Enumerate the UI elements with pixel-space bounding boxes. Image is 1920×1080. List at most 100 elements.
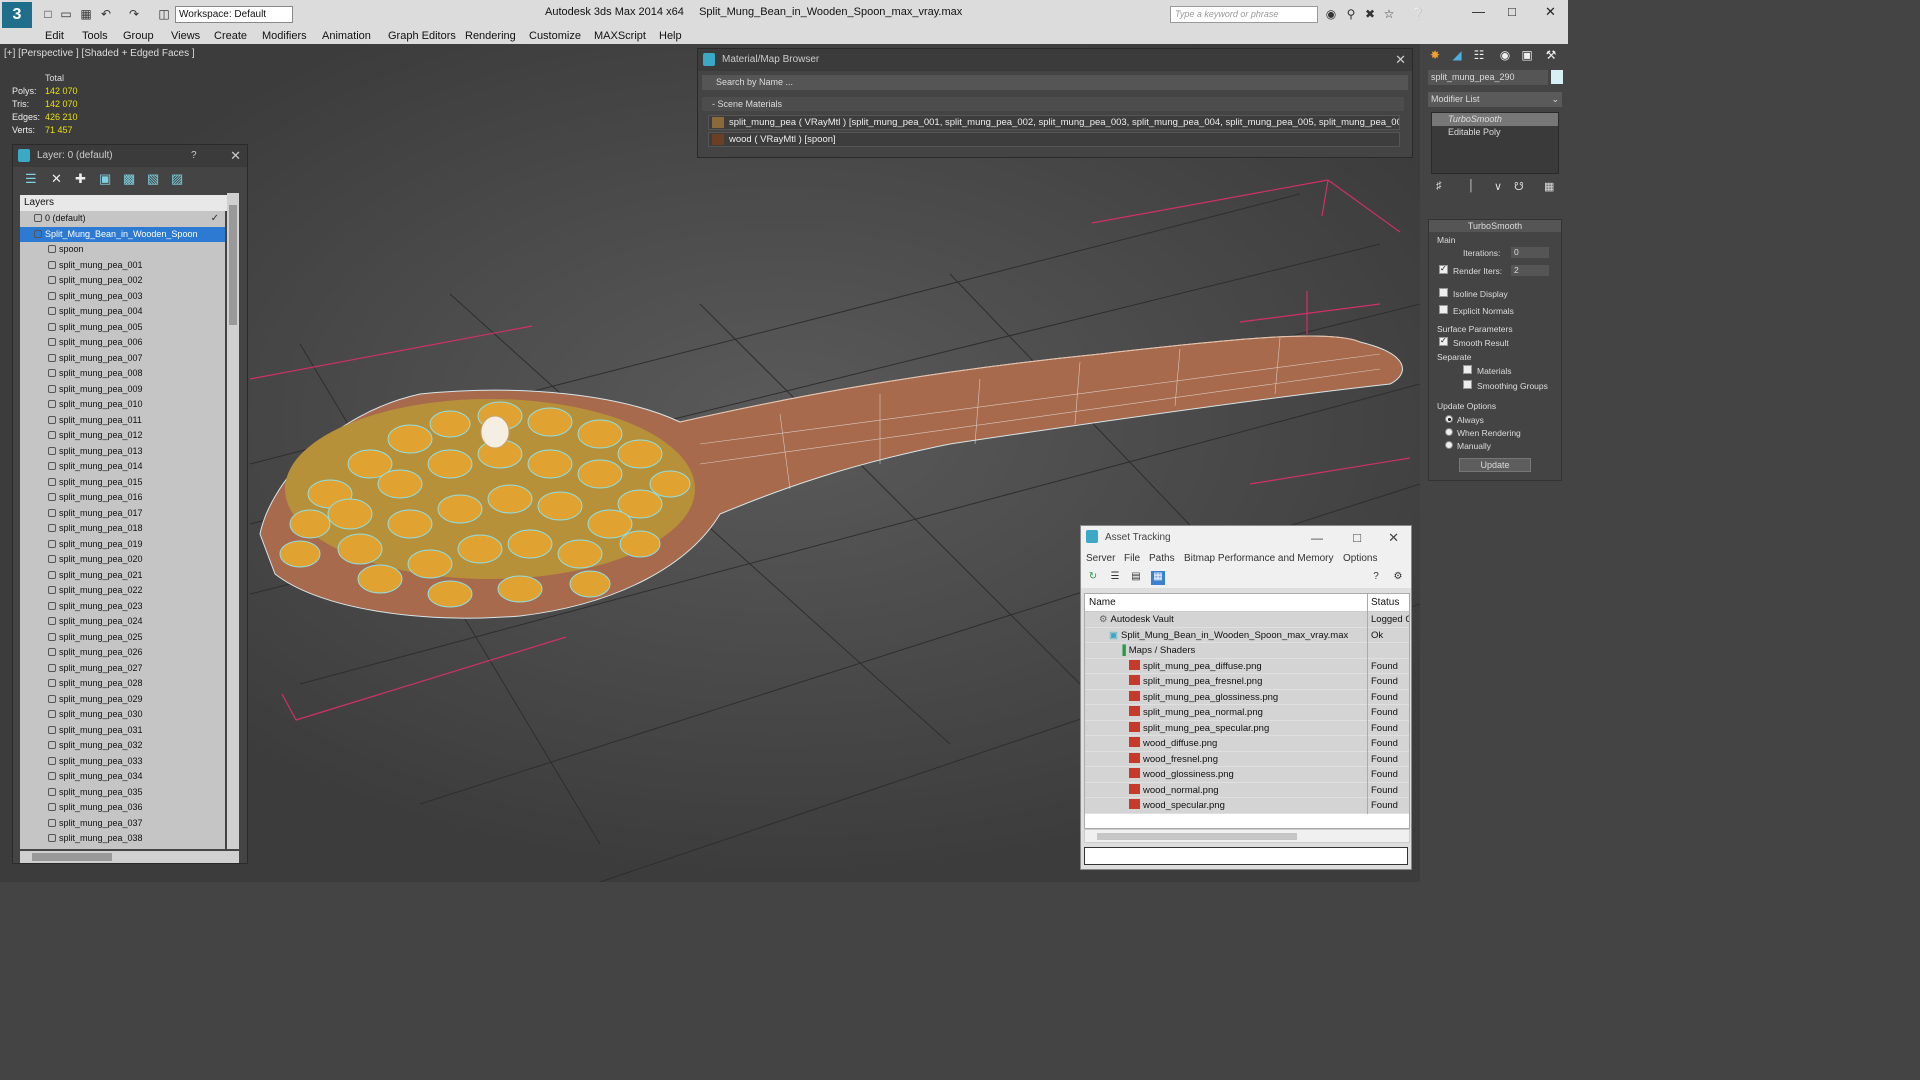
isoline-checkbox[interactable] xyxy=(1439,288,1448,297)
always-radio[interactable] xyxy=(1445,415,1453,423)
close-icon[interactable]: ✕ xyxy=(230,145,241,167)
layer-object-item[interactable]: split_mung_pea_003 xyxy=(20,289,225,305)
layer-panel-titlebar[interactable]: Layer: 0 (default) ? ✕ xyxy=(13,145,247,167)
layer-object-item[interactable]: split_mung_pea_028 xyxy=(20,676,225,692)
layer-item[interactable]: 0 (default) ✓ xyxy=(20,211,225,227)
list-view-icon[interactable]: ☰ xyxy=(1108,571,1122,585)
help-icon[interactable]: ? xyxy=(1369,571,1383,585)
rollout-header[interactable]: TurboSmooth xyxy=(1429,220,1561,232)
layer-object-item[interactable]: split_mung_pea_017 xyxy=(20,506,225,522)
iterations-spinner[interactable]: 0 xyxy=(1511,247,1549,258)
menu-options[interactable]: Options xyxy=(1343,550,1377,568)
menu-views[interactable]: Views xyxy=(171,28,200,44)
maximize-icon[interactable]: □ xyxy=(1508,4,1516,19)
scroll-thumb[interactable] xyxy=(229,205,237,325)
menu-help[interactable]: Help xyxy=(659,28,682,44)
menu-server[interactable]: Server xyxy=(1086,550,1115,568)
menu-edit[interactable]: Edit xyxy=(45,28,64,44)
hide-layers-icon[interactable]: ▨ xyxy=(171,171,183,187)
scene-materials-section[interactable]: - Scene Materials xyxy=(702,97,1404,111)
menu-graph-editors[interactable]: Graph Editors xyxy=(388,28,456,44)
layer-object-item[interactable]: split_mung_pea_009 xyxy=(20,382,225,398)
scroll-thumb[interactable] xyxy=(32,853,112,861)
open-file-icon[interactable]: ▭ xyxy=(58,6,74,22)
workspace-dropdown[interactable]: Workspace: Default xyxy=(175,6,293,23)
layer-object-item[interactable]: split_mung_pea_011 xyxy=(20,413,225,429)
asset-row[interactable]: wood_fresnel.png Found xyxy=(1085,751,1409,767)
select-layer-icon[interactable]: ▩ xyxy=(123,171,135,187)
layer-object-item[interactable]: split_mung_pea_016 xyxy=(20,490,225,506)
viewport-label[interactable]: [+] [Perspective ] [Shaded + Edged Faces… xyxy=(4,48,195,59)
smoothing-groups-checkbox[interactable] xyxy=(1463,380,1472,389)
layer-object-item[interactable]: split_mung_pea_004 xyxy=(20,304,225,320)
asset-row[interactable]: split_mung_pea_diffuse.png Found xyxy=(1085,658,1409,674)
pin-stack-icon[interactable]: ♯ xyxy=(1436,180,1442,192)
asset-row[interactable]: split_mung_pea_specular.png Found xyxy=(1085,720,1409,736)
layer-object-item[interactable]: split_mung_pea_024 xyxy=(20,614,225,630)
menu-file[interactable]: File xyxy=(1124,550,1140,568)
make-unique-icon[interactable]: ∨ xyxy=(1494,180,1502,193)
close-icon[interactable]: ✕ xyxy=(1388,526,1399,550)
close-icon[interactable]: ✕ xyxy=(1395,49,1406,71)
add-selection-icon[interactable]: ▣ xyxy=(99,171,111,187)
layer-object-item[interactable]: split_mung_pea_018 xyxy=(20,521,225,537)
project-folder-icon[interactable]: ◫ xyxy=(156,6,172,22)
layer-object-item[interactable]: split_mung_pea_006 xyxy=(20,335,225,351)
asset-row[interactable]: ⚙ Autodesk Vault Logged O xyxy=(1085,612,1409,628)
layer-object-item[interactable]: split_mung_pea_035 xyxy=(20,785,225,801)
asset-row[interactable]: split_mung_pea_glossiness.png Found xyxy=(1085,689,1409,705)
layer-object-item[interactable]: split_mung_pea_013 xyxy=(20,444,225,460)
layer-object-item[interactable]: split_mung_pea_039 xyxy=(20,847,225,850)
menu-paths[interactable]: Paths xyxy=(1149,550,1175,568)
layer-object-item[interactable]: split_mung_pea_030 xyxy=(20,707,225,723)
material-row[interactable]: wood ( VRayMtl ) [spoon] xyxy=(708,132,1400,147)
material-browser-titlebar[interactable]: Material/Map Browser ✕ xyxy=(698,49,1412,71)
help-button[interactable]: ? xyxy=(191,145,197,167)
layer-object-item[interactable]: split_mung_pea_037 xyxy=(20,816,225,832)
status-column-header[interactable]: Status xyxy=(1367,594,1399,612)
refresh-icon[interactable]: ↻ xyxy=(1086,571,1100,585)
add-layer-icon[interactable]: ✚ xyxy=(75,171,86,187)
menu-create[interactable]: Create xyxy=(214,28,247,44)
menu-maxscript[interactable]: MAXScript xyxy=(594,28,646,44)
close-icon[interactable]: ✕ xyxy=(1545,4,1556,20)
stack-item-turbosmooth[interactable]: TurboSmooth xyxy=(1432,113,1558,126)
update-button[interactable]: Update xyxy=(1459,458,1531,472)
minimize-icon[interactable]: — xyxy=(1311,526,1323,550)
layer-object-item[interactable]: split_mung_pea_012 xyxy=(20,428,225,444)
layer-object-item[interactable]: split_mung_pea_025 xyxy=(20,630,225,646)
menu-animation[interactable]: Animation xyxy=(322,28,371,44)
menu-customize[interactable]: Customize xyxy=(529,28,581,44)
layer-vertical-scrollbar[interactable] xyxy=(227,193,239,849)
communication-icon[interactable]: ✖ xyxy=(1362,6,1378,22)
active-layer-check-icon[interactable]: ✓ xyxy=(211,211,219,227)
motion-tab-icon[interactable]: ◉ xyxy=(1496,48,1514,64)
layer-object-item[interactable]: split_mung_pea_001 xyxy=(20,258,225,274)
minimize-icon[interactable]: — xyxy=(1472,4,1485,19)
asset-row[interactable]: split_mung_pea_fresnel.png Found xyxy=(1085,674,1409,690)
stack-item-editable-poly[interactable]: Editable Poly xyxy=(1432,126,1558,139)
object-color-swatch[interactable] xyxy=(1551,70,1563,84)
undo-icon[interactable]: ↶ xyxy=(98,6,114,22)
modifier-list-dropdown[interactable]: Modifier List ⌄ xyxy=(1428,92,1562,107)
material-search-input[interactable]: Search by Name ... xyxy=(702,75,1408,90)
layer-object-item[interactable]: split_mung_pea_002 xyxy=(20,273,225,289)
render-iters-checkbox[interactable] xyxy=(1439,264,1448,274)
display-tab-icon[interactable]: ▣ xyxy=(1518,48,1536,64)
delete-layer-icon[interactable]: ✕ xyxy=(51,171,62,187)
layer-object-item[interactable]: split_mung_pea_008 xyxy=(20,366,225,382)
layer-object-item[interactable]: split_mung_pea_015 xyxy=(20,475,225,491)
new-file-icon[interactable]: □ xyxy=(40,6,56,22)
object-name-field[interactable]: split_mung_pea_290 xyxy=(1428,70,1548,85)
when-rendering-radio[interactable] xyxy=(1445,428,1453,436)
configure-sets-icon[interactable]: ▦ xyxy=(1544,180,1554,193)
hierarchy-tab-icon[interactable]: ☷ xyxy=(1470,48,1488,64)
layer-object-item[interactable]: split_mung_pea_021 xyxy=(20,568,225,584)
name-column-header[interactable]: Name xyxy=(1089,594,1116,612)
asset-path-field[interactable] xyxy=(1084,847,1408,865)
asset-row[interactable]: ▣ Split_Mung_Bean_in_Wooden_Spoon_max_vra… xyxy=(1085,627,1409,643)
utilities-tab-icon[interactable]: ⚒ xyxy=(1542,48,1560,64)
asset-horizontal-scrollbar[interactable] xyxy=(1084,829,1410,843)
layer-object-item[interactable]: split_mung_pea_023 xyxy=(20,599,225,615)
manually-radio[interactable] xyxy=(1445,441,1453,449)
